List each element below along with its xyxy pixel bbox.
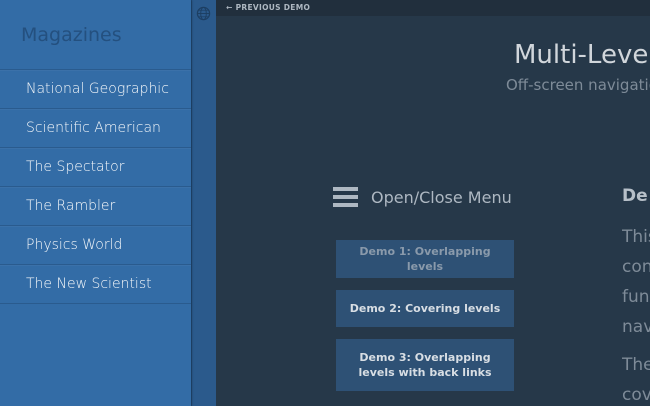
- trigger-label: Open/Close Menu: [371, 187, 512, 207]
- second-level-menu-strip[interactable]: [191, 0, 216, 406]
- top-bar: ← PREVIOUS DEMO: [216, 0, 650, 16]
- arrow-left-icon: ←: [226, 3, 233, 12]
- menu-item-the-new-scientist[interactable]: The New Scientist: [0, 265, 191, 304]
- menu-item-the-rambler[interactable]: The Rambler: [0, 187, 191, 226]
- open-close-menu-trigger[interactable]: Open/Close Menu: [333, 186, 512, 208]
- menu-item-national-geographic[interactable]: National Geographic: [0, 70, 191, 109]
- menu-list: National Geographic Scientific American …: [0, 69, 191, 304]
- menu-item-scientific-american[interactable]: Scientific American: [0, 109, 191, 148]
- menu-title: Magazines: [21, 24, 122, 46]
- menu-item-physics-world[interactable]: Physics World: [0, 226, 191, 265]
- paragraph-line: The: [622, 355, 650, 375]
- globe-icon[interactable]: [196, 6, 211, 21]
- paragraph-line: func: [622, 287, 650, 307]
- paragraph-2: The cov: [622, 350, 650, 406]
- paragraph-line: nav: [622, 317, 650, 337]
- demo-1-label: Demo 1: Overlapping levels: [359, 245, 491, 273]
- menu-item-the-spectator[interactable]: The Spectator: [0, 148, 191, 187]
- page-title: Multi-Level: [514, 40, 650, 70]
- demo-1-button[interactable]: Demo 1: Overlapping levels: [336, 240, 514, 278]
- paragraph-line: cov: [622, 385, 650, 405]
- demo-3-button[interactable]: Demo 3: Overlapping levels with back lin…: [336, 339, 514, 391]
- paragraph-line: This: [622, 227, 650, 247]
- demo-2-label: Demo 2: Covering levels: [349, 302, 501, 315]
- menu-level: Magazines National Geographic Scientific…: [0, 0, 191, 406]
- hamburger-icon: [333, 187, 358, 207]
- paragraph-1: This con func nav: [622, 222, 650, 342]
- previous-demo-link[interactable]: ← PREVIOUS DEMO: [226, 3, 310, 12]
- paragraph-line: con: [622, 257, 650, 277]
- main-content: ← PREVIOUS DEMO Multi-Level Off-screen na…: [216, 0, 650, 406]
- demo-2-button[interactable]: Demo 2: Covering levels: [336, 290, 514, 327]
- page-subtitle: Off-screen navigation: [506, 76, 650, 94]
- demo-3-label: Demo 3: Overlapping levels with back lin…: [358, 351, 492, 379]
- previous-demo-label: PREVIOUS DEMO: [235, 3, 311, 12]
- section-heading: De: [622, 186, 648, 206]
